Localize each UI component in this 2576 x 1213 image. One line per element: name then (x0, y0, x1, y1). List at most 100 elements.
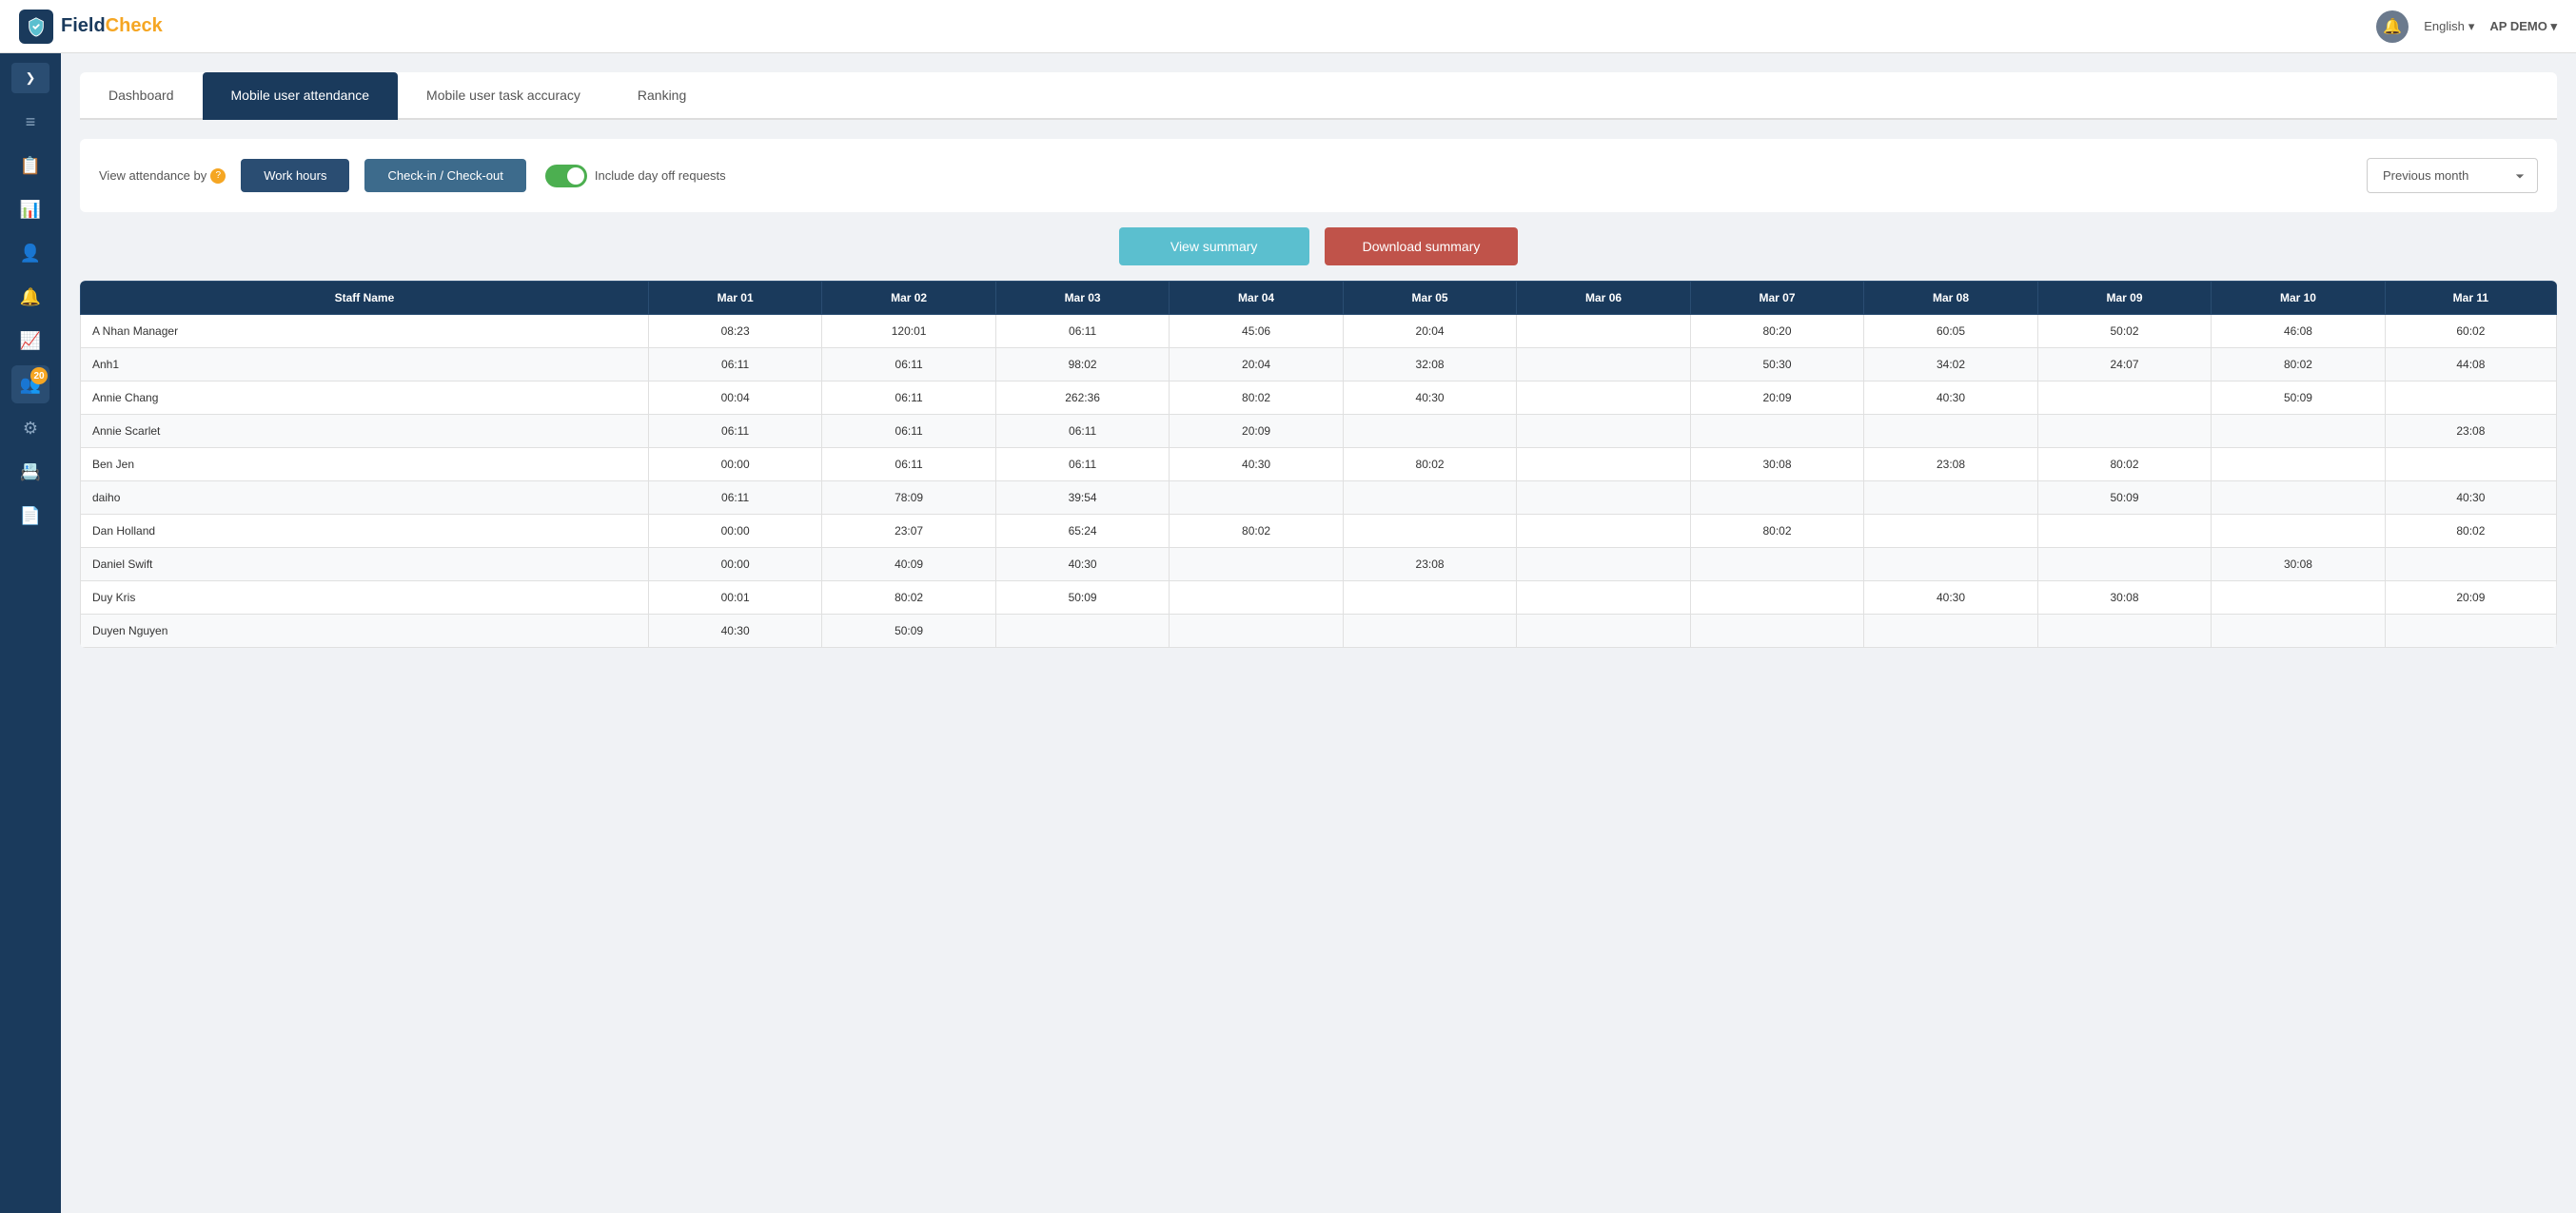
cell-r4-c6: 30:08 (1690, 448, 1863, 481)
sidebar-item-notifications[interactable]: 🔔 (11, 278, 49, 316)
col-header-staff-name: Staff Name (81, 282, 649, 315)
staff-name-cell: daiho (81, 481, 649, 515)
checkin-checkout-button[interactable]: Check-in / Check-out (364, 159, 525, 192)
cell-r1-c0: 06:11 (648, 348, 821, 382)
table-row: Duyen Nguyen40:3050:09 (81, 615, 2557, 648)
table-row: Dan Holland00:0023:0765:2480:0280:0280:0… (81, 515, 2557, 548)
col-header-mar08: Mar 08 (1864, 282, 2037, 315)
sidebar-item-docs[interactable]: 📄 (11, 497, 49, 535)
table-row: daiho06:1178:0939:5450:0940:30 (81, 481, 2557, 515)
cell-r2-c4: 40:30 (1343, 382, 1516, 415)
cell-r4-c7: 23:08 (1864, 448, 2037, 481)
sidebar-toggle[interactable]: ❯ (11, 63, 49, 93)
main-content: Dashboard Mobile user attendance Mobile … (61, 53, 2576, 1213)
cell-r2-c9: 50:09 (2212, 382, 2385, 415)
cell-r7-c9: 30:08 (2212, 548, 2385, 581)
work-hours-button[interactable]: Work hours (241, 159, 349, 192)
cell-r7-c0: 00:00 (648, 548, 821, 581)
help-icon[interactable]: ? (210, 168, 226, 184)
staff-name-cell: Duyen Nguyen (81, 615, 649, 648)
sidebar-item-settings[interactable]: ⚙ (11, 409, 49, 447)
staff-name-cell: Annie Scarlet (81, 415, 649, 448)
cell-r9-c3 (1170, 615, 1343, 648)
cell-r7-c2: 40:30 (995, 548, 1169, 581)
tab-task-accuracy[interactable]: Mobile user task accuracy (398, 72, 609, 120)
cell-r6-c9 (2212, 515, 2385, 548)
cell-r2-c5 (1517, 382, 1690, 415)
summary-bar: View summary Download summary (80, 227, 2557, 265)
tab-bar: Dashboard Mobile user attendance Mobile … (80, 72, 2557, 120)
sidebar-item-dashboard[interactable]: ≡ (11, 103, 49, 141)
sidebar-item-chart[interactable]: 📊 (11, 190, 49, 228)
tab-ranking[interactable]: Ranking (609, 72, 715, 120)
cell-r7-c7 (1864, 548, 2037, 581)
cell-r9-c0: 40:30 (648, 615, 821, 648)
cell-r3-c5 (1517, 415, 1690, 448)
cell-r1-c3: 20:04 (1170, 348, 1343, 382)
sidebar-item-list[interactable]: 📋 (11, 147, 49, 185)
cell-r1-c5 (1517, 348, 1690, 382)
sidebar-item-people[interactable]: 👥 20 (11, 365, 49, 403)
cell-r4-c4: 80:02 (1343, 448, 1516, 481)
staff-name-cell: Ben Jen (81, 448, 649, 481)
cell-r3-c8 (2037, 415, 2211, 448)
cell-r6-c4 (1343, 515, 1516, 548)
cell-r0-c10: 60:02 (2385, 315, 2556, 348)
cell-r2-c8 (2037, 382, 2211, 415)
cell-r7-c1: 40:09 (822, 548, 995, 581)
cell-r1-c8: 24:07 (2037, 348, 2211, 382)
notification-bell[interactable]: 🔔 (2376, 10, 2409, 43)
cell-r4-c1: 06:11 (822, 448, 995, 481)
tab-mobile-attendance[interactable]: Mobile user attendance (203, 72, 399, 120)
cell-r6-c8 (2037, 515, 2211, 548)
cell-r9-c7 (1864, 615, 2037, 648)
cell-r5-c9 (2212, 481, 2385, 515)
cell-r0-c4: 20:04 (1343, 315, 1516, 348)
cell-r0-c3: 45:06 (1170, 315, 1343, 348)
col-header-mar07: Mar 07 (1690, 282, 1863, 315)
cell-r8-c6 (1690, 581, 1863, 615)
cell-r1-c10: 44:08 (2385, 348, 2556, 382)
day-off-toggle[interactable] (545, 165, 587, 187)
cell-r6-c3: 80:02 (1170, 515, 1343, 548)
tab-dashboard[interactable]: Dashboard (80, 72, 203, 120)
cell-r3-c10: 23:08 (2385, 415, 2556, 448)
col-header-mar09: Mar 09 (2037, 282, 2211, 315)
cell-r7-c4: 23:08 (1343, 548, 1516, 581)
cell-r2-c2: 262:36 (995, 382, 1169, 415)
cell-r5-c8: 50:09 (2037, 481, 2211, 515)
cell-r2-c7: 40:30 (1864, 382, 2037, 415)
cell-r8-c5 (1517, 581, 1690, 615)
cell-r2-c10 (2385, 382, 2556, 415)
cell-r1-c9: 80:02 (2212, 348, 2385, 382)
download-summary-button[interactable]: Download summary (1325, 227, 1519, 265)
cell-r9-c8 (2037, 615, 2211, 648)
language-selector[interactable]: English ▾ (2424, 19, 2474, 34)
cell-r7-c5 (1517, 548, 1690, 581)
sidebar-item-analytics[interactable]: 📈 (11, 322, 49, 360)
topbar: FieldCheck 🔔 English ▾ AP DEMO ▾ (0, 0, 2576, 53)
cell-r8-c7: 40:30 (1864, 581, 2037, 615)
cell-r8-c8: 30:08 (2037, 581, 2211, 615)
view-summary-button[interactable]: View summary (1119, 227, 1309, 265)
sidebar-item-contacts[interactable]: 📇 (11, 453, 49, 491)
cell-r4-c0: 00:00 (648, 448, 821, 481)
user-menu[interactable]: AP DEMO ▾ (2489, 19, 2557, 34)
cell-r6-c2: 65:24 (995, 515, 1169, 548)
cell-r4-c9 (2212, 448, 2385, 481)
col-header-mar01: Mar 01 (648, 282, 821, 315)
table-row: Daniel Swift00:0040:0940:3023:0830:08 (81, 548, 2557, 581)
sidebar-item-user[interactable]: 👤 (11, 234, 49, 272)
cell-r6-c7 (1864, 515, 2037, 548)
attendance-table: Staff Name Mar 01 Mar 02 Mar 03 Mar 04 M… (80, 281, 2557, 648)
cell-r5-c3 (1170, 481, 1343, 515)
cell-r0-c7: 60:05 (1864, 315, 2037, 348)
col-header-mar04: Mar 04 (1170, 282, 1343, 315)
cell-r6-c0: 00:00 (648, 515, 821, 548)
cell-r5-c10: 40:30 (2385, 481, 2556, 515)
cell-r2-c0: 00:04 (648, 382, 821, 415)
period-select[interactable]: Previous month Current month Custom rang… (2367, 158, 2538, 193)
cell-r8-c9 (2212, 581, 2385, 615)
cell-r7-c6 (1690, 548, 1863, 581)
cell-r9-c9 (2212, 615, 2385, 648)
